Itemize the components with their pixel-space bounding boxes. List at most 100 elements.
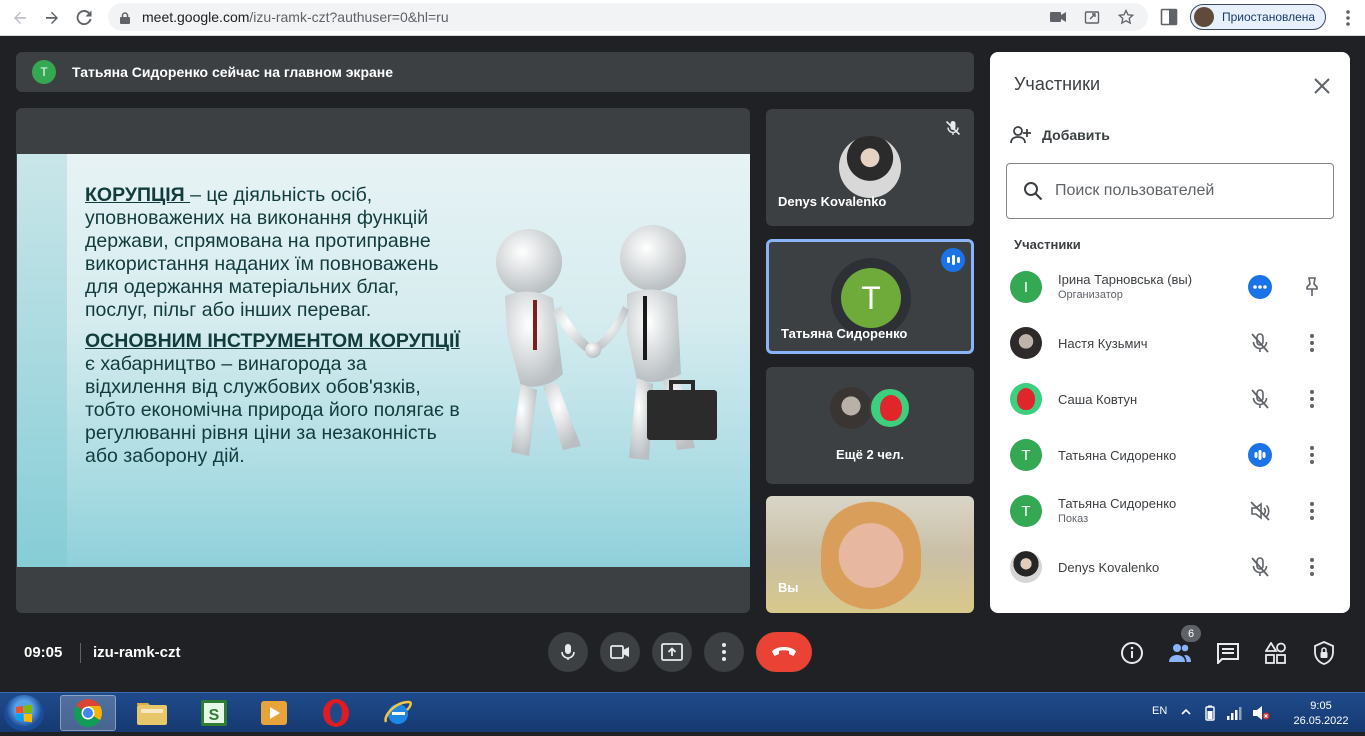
people-icon[interactable]	[1167, 640, 1193, 666]
participant-name: Татьяна Сидоренко	[1058, 448, 1177, 463]
system-clock[interactable]: 9:05 26.05.2022	[1286, 699, 1356, 729]
participant-tile[interactable]: Denys Kovalenko	[766, 109, 974, 226]
more-participants-tile[interactable]: Ещё 2 чел.	[766, 367, 974, 484]
meeting-clock: 09:05	[24, 644, 63, 661]
svg-text:S: S	[209, 707, 220, 724]
windows-logo-icon	[16, 704, 32, 723]
participant-row[interactable]: T Татьяна Сидоренко Показ	[1010, 489, 1340, 533]
participant-row[interactable]: Саша Ковтун	[1010, 377, 1340, 421]
mic-off-icon	[944, 119, 962, 142]
more-options-icon[interactable]	[1300, 387, 1324, 411]
participant-row[interactable]: Denys Kovalenko	[1010, 545, 1340, 589]
panel-title: Участники	[1014, 74, 1100, 94]
internet-explorer-icon	[384, 700, 412, 724]
person-add-icon	[1010, 126, 1031, 144]
mic-off-icon	[1248, 555, 1272, 579]
participant-row[interactable]: T Татьяна Сидоренко	[1010, 433, 1340, 477]
presenter-avatar: T	[32, 60, 56, 84]
self-video	[821, 498, 921, 613]
reload-icon[interactable]	[68, 2, 100, 34]
microphone-button[interactable]	[548, 632, 588, 672]
participant-photo	[839, 136, 901, 198]
participant-avatar	[1010, 327, 1042, 359]
system-clock-time: 9:05	[1310, 700, 1332, 712]
camera-button[interactable]	[600, 632, 640, 672]
participant-avatar: T	[841, 268, 901, 328]
slide-left-band	[17, 154, 67, 567]
volume-off-icon	[1248, 499, 1272, 523]
search-input[interactable]	[1055, 182, 1315, 200]
presentation-stage[interactable]: КОРУПЦІЯ – це діяльність осіб, уповноваж…	[16, 108, 750, 613]
taskbar-explorer[interactable]	[124, 695, 180, 731]
profile-status-label: Приостановлена	[1222, 10, 1316, 24]
participant-name: Татьяна Сидоренко	[781, 326, 908, 341]
self-label: Вы	[778, 580, 799, 595]
slide-text: КОРУПЦІЯ – це діяльність осіб, уповноваж…	[85, 184, 465, 476]
shared-slide: КОРУПЦІЯ – це діяльність осіб, уповноваж…	[17, 154, 750, 567]
participant-tile-active[interactable]: T Татьяна Сидоренко	[766, 239, 974, 354]
participant-name: Саша Ковтун	[1058, 392, 1138, 407]
close-icon[interactable]	[1310, 74, 1334, 98]
slide-paragraph-1: КОРУПЦІЯ – це діяльність осіб, уповноваж…	[85, 184, 465, 322]
address-bar[interactable]: meet.google.com/izu-ramk-czt?authuser=0&…	[108, 3, 1148, 31]
bookmark-star-icon[interactable]	[1116, 7, 1136, 27]
network-signal-icon[interactable]	[1226, 705, 1242, 726]
participant-avatar: I	[1010, 271, 1042, 303]
system-clock-date: 26.05.2022	[1293, 715, 1349, 727]
search-icon	[1024, 182, 1043, 201]
info-icon[interactable]	[1119, 640, 1145, 666]
participants-count-badge: 6	[1181, 625, 1201, 642]
pin-icon[interactable]	[1300, 275, 1324, 299]
taskbar-chrome[interactable]	[60, 695, 116, 731]
microphone-icon	[561, 644, 575, 660]
participant-avatar	[1010, 383, 1042, 415]
back-icon[interactable]	[4, 2, 36, 34]
meeting-code: izu-ramk-czt	[93, 644, 181, 661]
participant-row[interactable]: I Ірина Тарновська (вы) Организатор	[1010, 265, 1340, 309]
share-icon[interactable]	[1082, 7, 1102, 27]
more-options-icon[interactable]	[1300, 555, 1324, 579]
forward-icon[interactable]	[36, 2, 68, 34]
taskbar-opera[interactable]	[308, 695, 364, 731]
taskbar-app-s[interactable]: S	[186, 695, 242, 731]
media-player-icon	[261, 701, 287, 725]
more-options-button[interactable]	[704, 632, 744, 672]
footer-divider	[80, 643, 81, 663]
search-field[interactable]	[1006, 163, 1334, 219]
more-vert-icon[interactable]	[1338, 6, 1358, 30]
slide-bribery-text: є хабарництво – винагорода за відхилення…	[85, 353, 460, 467]
profile-button[interactable]: Приостановлена	[1190, 4, 1326, 30]
more-options-icon[interactable]	[1300, 331, 1324, 355]
start-button[interactable]	[4, 695, 44, 731]
keyboard-language[interactable]: EN	[1152, 705, 1167, 717]
more-options-icon[interactable]	[1300, 443, 1324, 467]
tray-expand-icon[interactable]	[1180, 705, 1192, 723]
present-screen-button[interactable]	[652, 632, 692, 672]
present-to-all-icon	[661, 643, 683, 661]
add-people-button[interactable]: Добавить	[1010, 125, 1110, 145]
participant-name: Татьяна Сидоренко	[1058, 496, 1177, 511]
battery-icon[interactable]	[1204, 705, 1216, 726]
camera-in-use-icon[interactable]	[1048, 7, 1068, 27]
taskbar-media-player[interactable]	[246, 695, 302, 731]
chat-icon[interactable]	[1215, 640, 1241, 666]
handshake-illustration	[496, 225, 717, 460]
self-video-tile[interactable]: Вы	[766, 496, 974, 613]
leave-call-button[interactable]	[756, 632, 812, 672]
profile-avatar	[1194, 7, 1214, 27]
browser-toolbar: meet.google.com/izu-ramk-czt?authuser=0&…	[0, 0, 1365, 36]
windows-taskbar: S EN 9:05 26.05.2022	[0, 692, 1365, 732]
participant-row[interactable]: Настя Кузьмич	[1010, 321, 1340, 365]
slide-term-corruption: КОРУПЦІЯ	[85, 184, 191, 206]
more-options-icon[interactable]	[1300, 499, 1324, 523]
side-panel-icon[interactable]	[1160, 8, 1182, 28]
presenter-banner-text: Татьяна Сидоренко сейчас на главном экра…	[72, 64, 394, 80]
participant-role: Организатор	[1058, 289, 1123, 301]
taskbar-internet-explorer[interactable]	[370, 695, 426, 731]
call-end-icon	[772, 647, 796, 656]
volume-muted-icon[interactable]	[1252, 705, 1270, 726]
host-controls-icon[interactable]	[1311, 640, 1337, 666]
activities-icon[interactable]	[1263, 640, 1289, 666]
lock-icon	[120, 11, 130, 24]
participants-panel: Участники Добавить Участники I Ірина Тар…	[990, 52, 1350, 613]
